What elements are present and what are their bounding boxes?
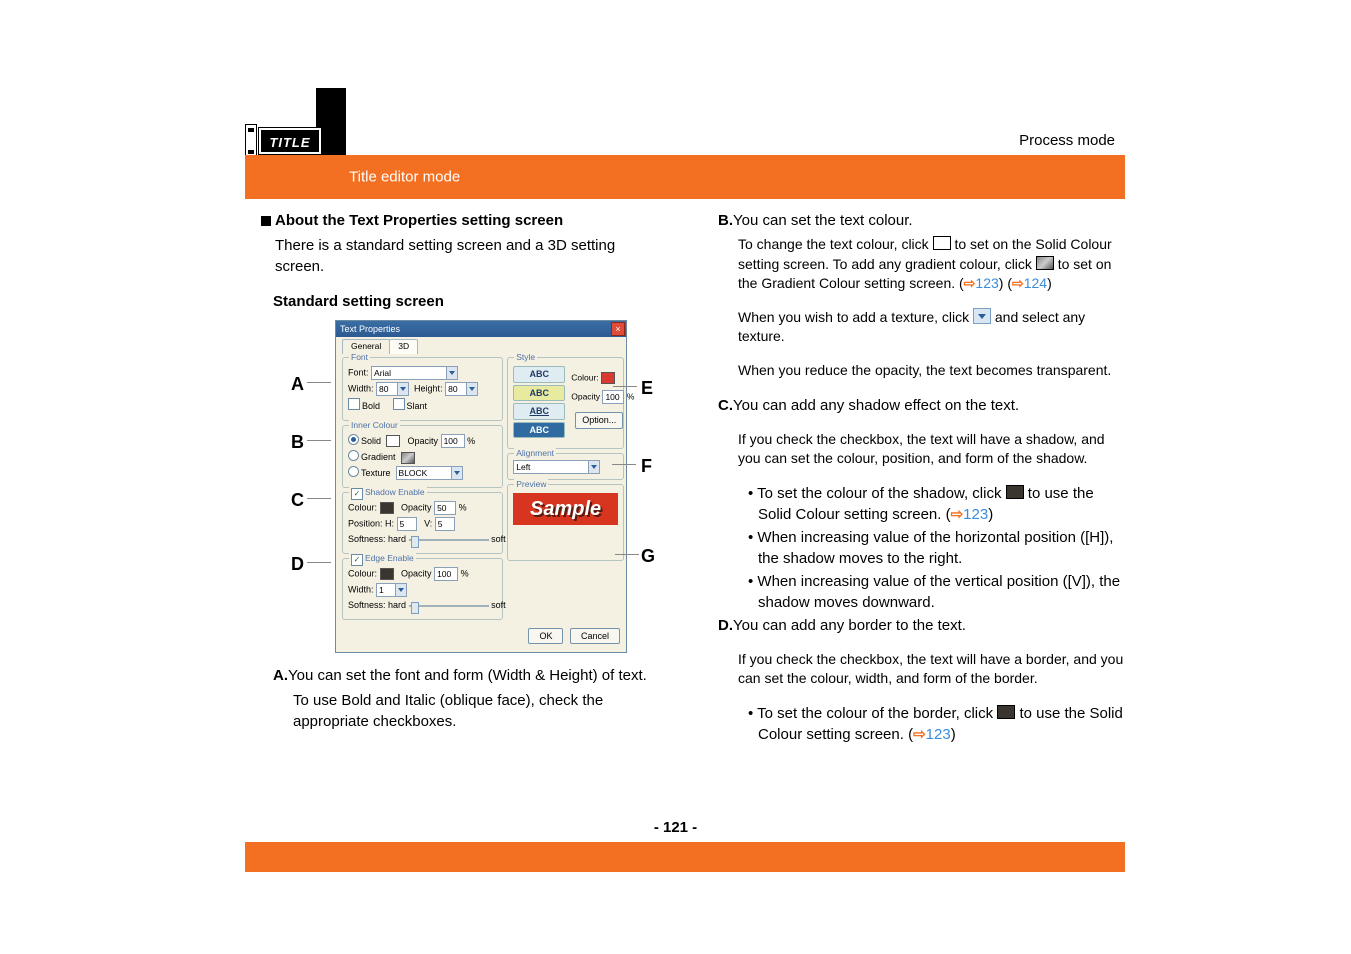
inner-colour-group: Inner Colour Solid Opacity 100 % Gradien… [342, 425, 503, 489]
shadow-pos-v[interactable]: 5 [435, 517, 455, 531]
gradient-radio[interactable] [348, 450, 359, 461]
gradient-colour-icon[interactable] [1036, 256, 1054, 270]
gradient-swatch[interactable] [401, 452, 415, 464]
style-group: Style ABC ABC ABC ABC [507, 357, 624, 449]
preview-sample: Sample [513, 493, 618, 525]
shadow-opacity[interactable]: 50 [434, 501, 456, 515]
alignment-group: Alignment Left [507, 453, 624, 480]
callout-e: E [641, 376, 653, 401]
item-c: C.You can add any shadow effect on the t… [718, 395, 1125, 416]
title-mode-badge: TITLE [245, 124, 323, 158]
shadow-pos-h[interactable]: 5 [397, 517, 417, 531]
inner-opacity[interactable]: 100 [441, 434, 465, 448]
shadow-colour-swatch[interactable] [380, 502, 394, 514]
item-a: A.You can set the font and form (Width &… [273, 665, 668, 686]
style-opacity[interactable]: 100 [602, 390, 624, 404]
solid-colour-swatch[interactable] [386, 435, 400, 447]
alignment-select[interactable]: Left [513, 460, 589, 474]
section-header: Title editor mode [245, 155, 1125, 199]
shadow-soft-slider[interactable] [409, 536, 489, 544]
chevron-down-icon[interactable] [467, 382, 478, 396]
item-c-detail: If you check the checkbox, the text will… [738, 430, 1125, 469]
style-btn-1[interactable]: ABC [513, 366, 565, 383]
item-a-sub: To use Bold and Italic (oblique face), c… [293, 690, 668, 732]
width-field[interactable]: 80 [376, 382, 398, 396]
dialog-screenshot: Text Properties × General3D Font [305, 320, 655, 653]
callout-g: G [641, 544, 655, 569]
item-b: B.You can set the text colour. [718, 210, 1125, 231]
item-c-bullet-1: • To set the colour of the shadow, click… [748, 483, 1125, 525]
title-badge-label: TITLE [259, 128, 321, 154]
callout-a: A [291, 372, 304, 397]
edge-enable-checkbox[interactable]: ✓ [351, 554, 363, 566]
solid-radio[interactable] [348, 434, 359, 445]
height-field[interactable]: 80 [445, 382, 467, 396]
style-btn-4[interactable]: ABC [513, 422, 565, 439]
item-b-detail-2: When you wish to add a texture, click an… [738, 308, 1125, 347]
item-d-detail: If you check the checkbox, the text will… [738, 650, 1125, 689]
preview-group: Preview Sample [507, 484, 624, 561]
tab-3d[interactable]: 3D [389, 339, 418, 354]
font-select[interactable]: Arial [371, 366, 447, 380]
page-link-124[interactable]: 124 [1024, 275, 1047, 291]
square-bullet-icon [261, 216, 271, 226]
style-btn-3[interactable]: ABC [513, 403, 565, 420]
style-btn-2[interactable]: ABC [513, 385, 565, 402]
edge-group: ✓Edge Enable Colour: Opacity 100 % Width… [342, 558, 503, 620]
section-header-title: Title editor mode [349, 169, 460, 186]
standard-subhead: Standard setting screen [273, 291, 668, 312]
edge-width[interactable]: 1 [376, 583, 396, 597]
item-b-detail-3: When you reduce the opacity, the text be… [738, 361, 1125, 381]
page-number: - 121 - [0, 819, 1351, 836]
link-arrow-icon: ⇨ [913, 726, 926, 743]
close-icon[interactable]: × [611, 322, 625, 336]
item-c-bullet-2: • When increasing value of the horizonta… [748, 527, 1125, 569]
callout-c: C [291, 488, 304, 513]
callout-f: F [641, 454, 652, 479]
page-link-123[interactable]: 123 [975, 275, 998, 291]
item-c-bullet-3: • When increasing value of the vertical … [748, 571, 1125, 613]
shadow-enable-checkbox[interactable]: ✓ [351, 488, 363, 500]
page-link-123[interactable]: 123 [926, 726, 951, 743]
chevron-down-icon[interactable] [447, 366, 458, 380]
link-arrow-icon: ⇨ [964, 275, 976, 291]
option-button[interactable]: Option... [575, 412, 623, 429]
page-link-123[interactable]: 123 [963, 506, 988, 523]
footer-bar [245, 842, 1125, 872]
border-colour-icon[interactable] [997, 705, 1015, 719]
link-arrow-icon: ⇨ [1012, 275, 1024, 291]
link-arrow-icon: ⇨ [951, 506, 964, 523]
bold-checkbox[interactable] [348, 398, 360, 410]
style-colour-swatch[interactable] [601, 372, 615, 384]
texture-radio[interactable] [348, 466, 359, 477]
text-properties-dialog: Text Properties × General3D Font [335, 320, 627, 653]
texture-dropdown-icon[interactable] [973, 308, 991, 324]
shadow-group: ✓Shadow Enable Colour: Opacity 50 % Posi… [342, 492, 503, 554]
item-d: D.You can add any border to the text. [718, 615, 1125, 636]
texture-select[interactable]: BLOCK [396, 466, 452, 480]
chevron-down-icon[interactable] [398, 382, 409, 396]
ok-button[interactable]: OK [528, 628, 563, 645]
callout-d: D [291, 552, 304, 577]
chevron-down-icon[interactable] [452, 466, 463, 480]
film-strip-icon [245, 124, 257, 158]
cancel-button[interactable]: Cancel [570, 628, 620, 645]
intro-paragraph: There is a standard setting screen and a… [275, 235, 668, 277]
breadcrumb: Process mode [1019, 132, 1115, 140]
chevron-down-icon[interactable] [396, 583, 407, 597]
shadow-colour-icon[interactable] [1006, 485, 1024, 499]
edge-colour-swatch[interactable] [380, 568, 394, 580]
item-d-bullet-1: • To set the colour of the border, click… [748, 703, 1125, 745]
edge-opacity[interactable]: 100 [434, 567, 458, 581]
about-heading: About the Text Properties setting screen [261, 210, 668, 231]
solid-colour-icon[interactable] [933, 236, 951, 250]
edge-soft-slider[interactable] [409, 602, 489, 610]
item-b-detail-1: To change the text colour, click to set … [738, 235, 1125, 294]
dialog-titlebar: Text Properties × [336, 321, 626, 337]
callout-b: B [291, 430, 304, 455]
chevron-down-icon[interactable] [589, 460, 600, 474]
font-group: Font Font: Arial Width: 80 Height: 80 [342, 357, 503, 421]
slant-checkbox[interactable] [393, 398, 405, 410]
